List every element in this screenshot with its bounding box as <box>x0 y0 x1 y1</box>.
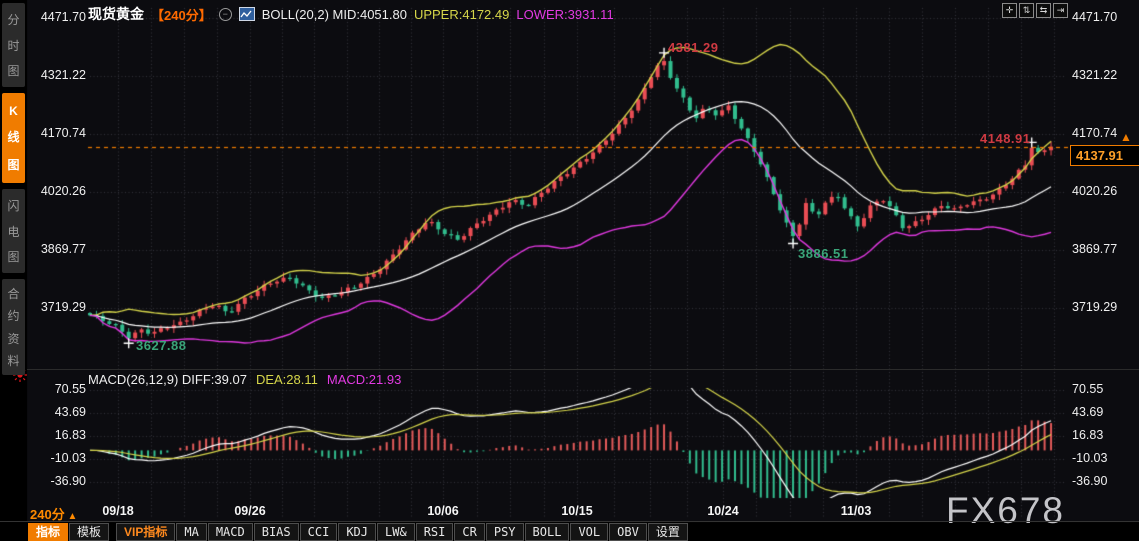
sidebar-tab-char: 图 <box>7 156 19 173</box>
toolbar-button-VIP指标[interactable]: VIP指标 <box>116 523 175 541</box>
toolbar-button-MA[interactable]: MA <box>176 523 206 541</box>
last-price-box[interactable]: 4137.91 <box>1070 145 1139 166</box>
left-sidebar: 分时图K线图闪电图合约资料 <box>0 0 27 541</box>
price-chart-canvas[interactable] <box>0 0 1139 541</box>
price-tick-left: 4471.70 <box>28 10 86 24</box>
toolbar-button-设置[interactable]: 设置 <box>648 523 688 541</box>
x-axis-date-label: 09/26 <box>226 504 274 518</box>
macd-tick-left: -10.03 <box>28 451 86 465</box>
sidebar-tab-char: 电 <box>7 223 19 240</box>
macd-tick-right: 43.69 <box>1072 405 1134 419</box>
toolbar-button-模板[interactable]: 模板 <box>69 523 109 541</box>
price-tick-right: 4020.26 <box>1072 184 1134 198</box>
x-axis-date-label: 11/03 <box>832 504 880 518</box>
macd-tick-left: -36.90 <box>28 474 86 488</box>
price-tick-right: 3719.29 <box>1072 300 1134 314</box>
macd-diff-label: MACD(26,12,9) DIFF:39.07 <box>88 372 247 387</box>
x-axis-date-label: 09/18 <box>94 504 142 518</box>
price-alert-arrow-icon[interactable]: ▲ <box>1120 130 1132 144</box>
sidebar-tab-char: 图 <box>7 248 19 265</box>
price-tick-right: 4471.70 <box>1072 10 1134 24</box>
toolbar-button-OBV[interactable]: OBV <box>609 523 647 541</box>
toolbar-button-PSY[interactable]: PSY <box>486 523 524 541</box>
trading-app-window: { "colors":{"up":"#ea4d54","down":"#31bd… <box>0 0 1139 541</box>
boll-upper-label: UPPER:4172.49 <box>414 7 509 22</box>
price-annotation: 3627.88 <box>136 338 187 353</box>
mini-chart-icon[interactable] <box>239 7 255 21</box>
sidebar-tab-char: 分 <box>7 11 19 28</box>
macd-macd-label: MACD:21.93 <box>327 372 401 387</box>
sidebar-tab-char: 约 <box>7 307 19 324</box>
toolbar-button-指标[interactable]: 指标 <box>28 523 68 541</box>
x-axis-date-label: 10/06 <box>419 504 467 518</box>
chart-tool-icons: ✛⇅⇆⇥ <box>1002 3 1068 18</box>
macd-tick-right: -10.03 <box>1072 451 1134 465</box>
link-icon[interactable]: − <box>219 8 232 21</box>
macd-tick-right: 70.55 <box>1072 382 1134 396</box>
toolbar-button-VOL[interactable]: VOL <box>570 523 608 541</box>
toolbar-button-LW&[interactable]: LW& <box>377 523 415 541</box>
macd-header: MACD(26,12,9) DIFF:39.07 DEA:28.11 MACD:… <box>88 372 401 387</box>
toolbar-button-CR[interactable]: CR <box>454 523 484 541</box>
price-tick-left: 3869.77 <box>28 242 86 256</box>
macd-dea-label: DEA:28.11 <box>256 372 318 387</box>
zoom-reset-icon[interactable]: ⇥ <box>1053 3 1068 18</box>
macd-tick-left: 43.69 <box>28 405 86 419</box>
toolbar-button-KDJ[interactable]: KDJ <box>338 523 376 541</box>
watermark: FX678 <box>946 490 1065 532</box>
crosshair-icon[interactable]: ✛ <box>1002 3 1017 18</box>
pane-divider <box>27 369 1139 370</box>
toolbar-button-CCI[interactable]: CCI <box>300 523 338 541</box>
toolbar-button-RSI[interactable]: RSI <box>416 523 454 541</box>
toolbar-divider <box>0 521 1139 522</box>
sidebar-tab-char: 合 <box>7 285 19 302</box>
x-axis-date-label: 10/24 <box>699 504 747 518</box>
macd-tick-right: 16.83 <box>1072 428 1134 442</box>
sidebar-tab-char: 闪 <box>7 197 19 214</box>
price-tick-left: 4020.26 <box>28 184 86 198</box>
symbol-name: 现货黄金 <box>88 4 144 24</box>
x-axis-date-label: 10/15 <box>553 504 601 518</box>
sidebar-tab-char: 线 <box>7 128 19 145</box>
sidebar-tab-char: 图 <box>7 62 19 79</box>
zoom-y-icon[interactable]: ⇅ <box>1019 3 1034 18</box>
sidebar-tab-char: K <box>9 104 18 118</box>
boll-indicator-label: BOLL(20,2) MID:4051.80 <box>262 7 407 22</box>
price-tick-left: 4170.74 <box>28 126 86 140</box>
zoom-x-icon[interactable]: ⇆ <box>1036 3 1051 18</box>
toolbar-button-BOLL[interactable]: BOLL <box>525 523 570 541</box>
price-annotation: 3886.51 <box>798 246 849 261</box>
period-label: 【240分】 <box>151 5 212 24</box>
price-annotation: 4148.91 <box>980 131 1031 146</box>
sidebar-tab-闪电图[interactable]: 闪电图 <box>2 189 25 273</box>
price-tick-right: 3869.77 <box>1072 242 1134 256</box>
price-tick-left: 3719.29 <box>28 300 86 314</box>
sidebar-tab-分时图[interactable]: 分时图 <box>2 3 25 87</box>
boll-lower-label: LOWER:3931.11 <box>516 7 613 22</box>
sidebar-tab-char: 料 <box>7 352 19 369</box>
sidebar-tab-合约资料[interactable]: 合约资料 <box>2 279 25 375</box>
chart-header: 现货黄金 【240分】 − BOLL(20,2) MID:4051.80 UPP… <box>88 4 614 24</box>
macd-tick-left: 70.55 <box>28 382 86 396</box>
toolbar-button-BIAS[interactable]: BIAS <box>254 523 299 541</box>
price-annotation: 4381.29 <box>668 40 719 55</box>
indicator-toolbar: 指标模板 VIP指标MAMACDBIASCCIKDJLW&RSICRPSYBOLL… <box>28 523 689 541</box>
toolbar-button-MACD[interactable]: MACD <box>208 523 253 541</box>
sidebar-tab-char: 时 <box>7 37 19 54</box>
macd-tick-left: 16.83 <box>28 428 86 442</box>
price-tick-right: 4321.22 <box>1072 68 1134 82</box>
macd-tick-right: -36.90 <box>1072 474 1134 488</box>
price-tick-left: 4321.22 <box>28 68 86 82</box>
sidebar-tab-char: 资 <box>7 330 19 347</box>
interval-label: 240分 <box>30 507 65 522</box>
sidebar-tab-K线图[interactable]: K线图 <box>2 93 25 183</box>
